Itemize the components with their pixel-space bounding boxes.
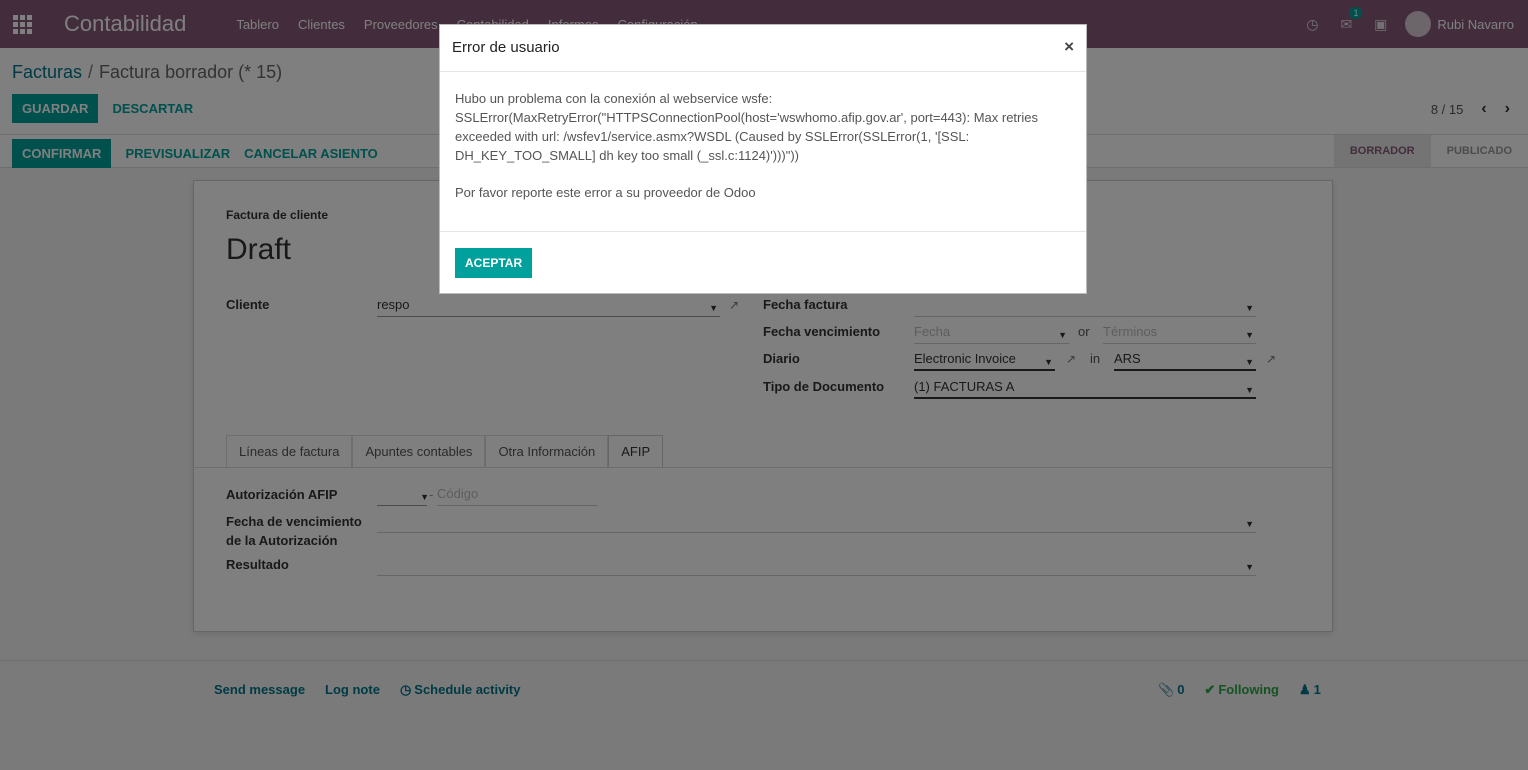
error-note: Por favor reporte este error a su provee… (455, 185, 756, 200)
dialog-title: Error de usuario (452, 39, 560, 56)
error-message: Hubo un problema con la conexión al webs… (455, 91, 1038, 163)
accept-button[interactable]: ACEPTAR (455, 248, 533, 278)
close-icon[interactable]: × (1064, 37, 1074, 57)
dialog-footer: ACEPTAR (440, 231, 1086, 293)
dialog-header: Error de usuario × (440, 25, 1086, 72)
dialog-body: Hubo un problema con la conexión al webs… (455, 89, 1070, 220)
error-dialog: Error de usuario × Hubo un problema con … (439, 24, 1087, 294)
